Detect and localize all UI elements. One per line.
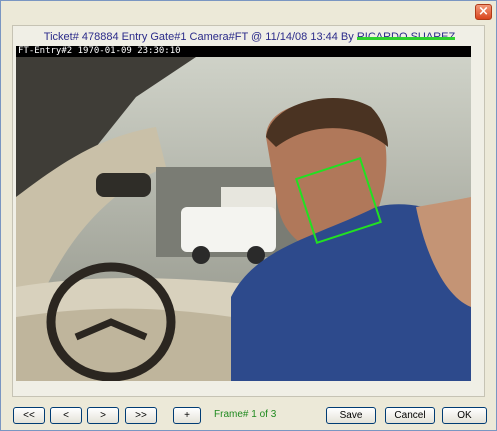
camera-overlay-bar: FT-Entry#2 1970-01-09 23:30:10 [16,46,471,57]
next-frame-button[interactable]: > [87,407,119,424]
save-button[interactable]: Save [326,407,376,424]
cancel-button[interactable]: Cancel [385,407,435,424]
first-frame-button[interactable]: << [13,407,45,424]
camera-image: FT-Entry#2 1970-01-09 23:30:10 [16,46,471,381]
operator-name: RICARDO SUAREZ [356,31,456,43]
add-frame-button[interactable]: + [173,407,201,424]
redaction-mark [356,37,456,40]
control-bar: << < > >> + Frame# 1 of 3 Save Cancel OK [1,401,496,430]
previous-frame-button[interactable]: < [50,407,82,424]
ok-button[interactable]: OK [442,407,487,424]
last-frame-button[interactable]: >> [125,407,157,424]
frame-counter: Frame# 1 of 3 [214,409,277,420]
ticket-panel: Ticket# 478884 Entry Gate#1 Camera#FT @ … [12,25,485,397]
ticket-info-text: Ticket# 478884 Entry Gate#1 Camera#FT @ … [43,31,357,43]
title-bar[interactable]: × [1,1,496,23]
camera-overlay-text: FT-Entry#2 1970-01-09 23:30:10 [18,46,181,56]
camera-scene [16,57,471,381]
close-button[interactable]: × [475,4,492,20]
dialog-window: × Ticket# 478884 Entry Gate#1 Camera#FT … [0,0,497,431]
ticket-info: Ticket# 478884 Entry Gate#1 Camera#FT @ … [13,31,486,43]
